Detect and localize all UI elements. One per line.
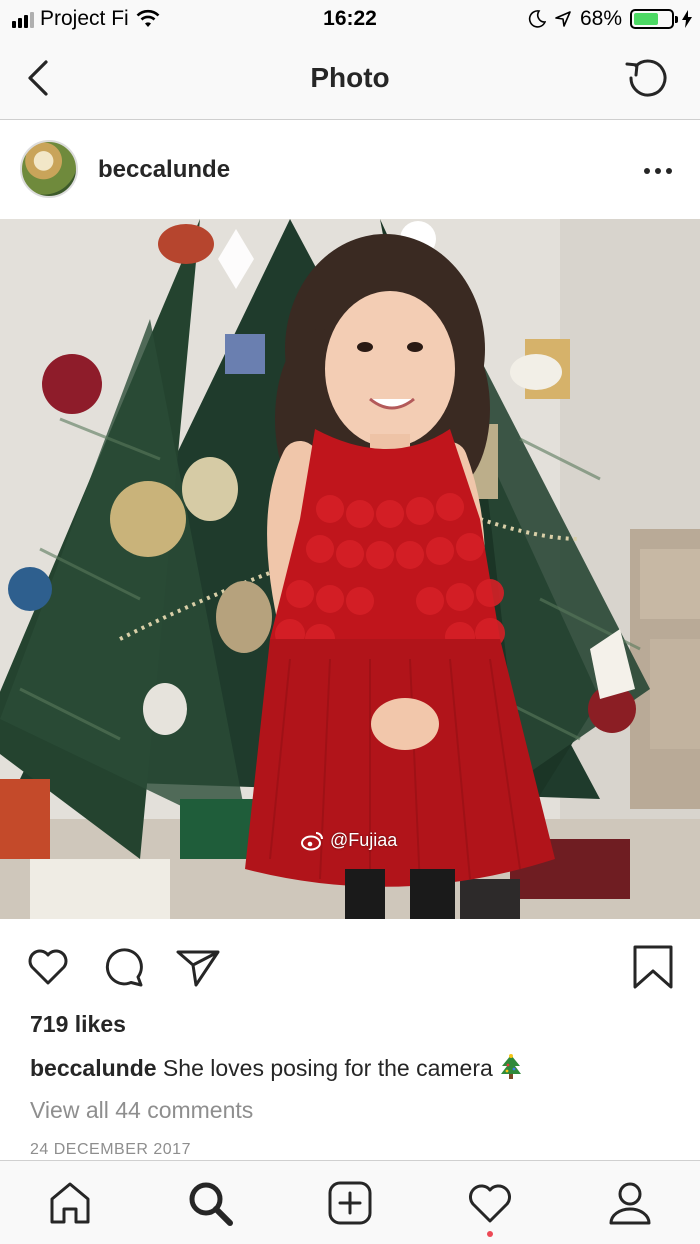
activity-heart-icon[interactable] (466, 1179, 514, 1227)
like-count[interactable]: 719 likes (30, 1011, 126, 1038)
avatar[interactable] (20, 140, 78, 198)
home-icon[interactable] (46, 1179, 94, 1227)
refresh-icon[interactable] (624, 56, 670, 102)
battery-icon (630, 9, 678, 29)
heart-icon[interactable] (24, 943, 72, 991)
post-date: 24 DECEMBER 2017 (30, 1141, 191, 1158)
bookmark-icon[interactable] (630, 943, 678, 991)
battery-percent: 68% (579, 7, 622, 30)
photo-illustration (0, 219, 700, 919)
more-dots-icon[interactable] (644, 161, 674, 181)
post-header: beccalunde (0, 121, 700, 219)
status-bar: Project Fi 16:22 68% (0, 0, 700, 40)
caption-username[interactable]: beccalunde (30, 1055, 157, 1081)
share-icon[interactable] (174, 943, 222, 991)
christmas-tree-emoji (500, 1054, 521, 1079)
watermark-text: @Fujiaa (330, 830, 398, 850)
caption-text: She loves posing for the camera (156, 1055, 493, 1081)
status-right: 68% (528, 7, 692, 31)
profile-icon[interactable] (606, 1179, 654, 1227)
post-caption: beccalunde She loves posing for the came… (30, 1054, 523, 1082)
notification-dot (487, 1231, 493, 1237)
battery-level-fill (634, 13, 659, 25)
post-photo[interactable]: @Fujiaa (0, 219, 700, 919)
search-icon[interactable] (186, 1179, 234, 1227)
post-actions (0, 935, 700, 995)
page-title: Photo (310, 62, 390, 93)
moon-icon (528, 10, 546, 28)
charging-bolt-icon (682, 10, 692, 28)
nav-header: Photo (0, 40, 700, 120)
weibo-icon (301, 831, 323, 850)
location-arrow-icon (555, 11, 571, 27)
post-username[interactable]: beccalunde (98, 156, 230, 184)
add-post-icon[interactable] (326, 1179, 374, 1227)
comment-icon[interactable] (100, 943, 148, 991)
bottom-tab-bar (0, 1160, 700, 1244)
view-comments-link[interactable]: View all 44 comments (30, 1097, 253, 1124)
photo-watermark: @Fujiaa (300, 830, 397, 851)
